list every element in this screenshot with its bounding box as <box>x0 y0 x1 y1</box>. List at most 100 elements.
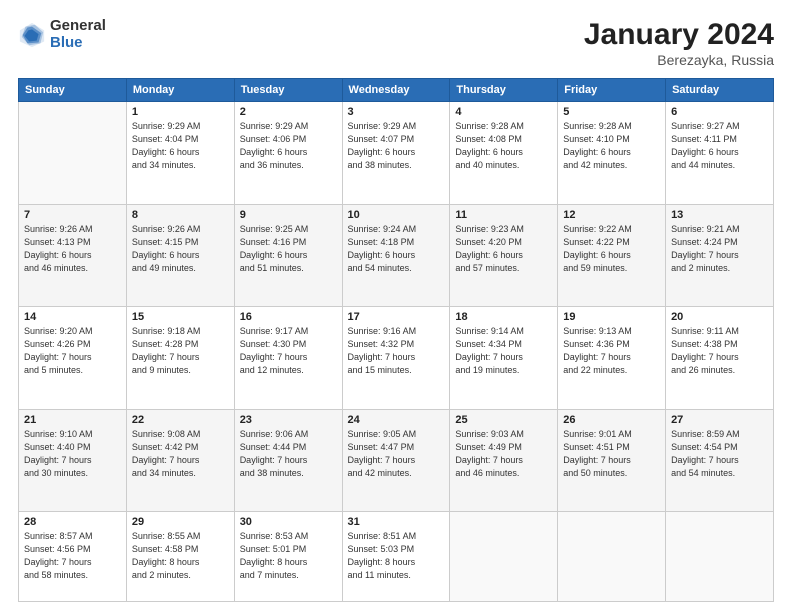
calendar-week-1: 7 Sunrise: 9:26 AMSunset: 4:13 PMDaylight… <box>19 204 774 307</box>
day-info: Sunrise: 9:23 AMSunset: 4:20 PMDaylight:… <box>455 223 552 275</box>
day-info: Sunrise: 9:26 AMSunset: 4:13 PMDaylight:… <box>24 223 121 275</box>
day-info: Sunrise: 9:06 AMSunset: 4:44 PMDaylight:… <box>240 428 337 480</box>
day-info: Sunrise: 9:17 AMSunset: 4:30 PMDaylight:… <box>240 325 337 377</box>
calendar-cell: 3 Sunrise: 9:29 AMSunset: 4:07 PMDaylight… <box>342 102 450 205</box>
calendar-cell: 8Sunrise: 9:26 AMSunset: 4:15 PMDaylight… <box>126 204 234 307</box>
day-number: 27 <box>671 414 768 426</box>
day-info: Sunrise: 8:51 AMSunset: 5:03 PMDaylight:… <box>348 530 445 582</box>
day-info: Sunrise: 9:11 AMSunset: 4:38 PMDaylight:… <box>671 325 768 377</box>
day-info: Sunrise: 9:22 AMSunset: 4:22 PMDaylight:… <box>563 223 660 275</box>
calendar-cell: 15 Sunrise: 9:18 AMSunset: 4:28 PMDayligh… <box>126 307 234 410</box>
calendar-cell: 29 Sunrise: 8:55 AMSunset: 4:58 PMDayligh… <box>126 512 234 602</box>
day-info: Sunrise: 9:28 AMSunset: 4:10 PMDaylight:… <box>563 120 660 172</box>
calendar-cell: 20 Sunrise: 9:11 AMSunset: 4:38 PMDayligh… <box>666 307 774 410</box>
calendar-cell: 9Sunrise: 9:25 AMSunset: 4:16 PMDaylight… <box>234 204 342 307</box>
calendar-cell: 16 Sunrise: 9:17 AMSunset: 4:30 PMDayligh… <box>234 307 342 410</box>
logo-text: General Blue <box>50 18 106 51</box>
calendar-cell: 6Sunrise: 9:27 AMSunset: 4:11 PMDaylight… <box>666 102 774 205</box>
day-number: 7 <box>24 209 121 221</box>
calendar-cell: 14 Sunrise: 9:20 AMSunset: 4:26 PMDayligh… <box>19 307 127 410</box>
calendar-cell: 21 Sunrise: 9:10 AMSunset: 4:40 PMDayligh… <box>19 409 127 512</box>
day-info: Sunrise: 9:14 AMSunset: 4:34 PMDaylight:… <box>455 325 552 377</box>
day-number: 13 <box>671 209 768 221</box>
day-info: Sunrise: 9:24 AMSunset: 4:18 PMDaylight:… <box>348 223 445 275</box>
day-info: Sunrise: 9:18 AMSunset: 4:28 PMDaylight:… <box>132 325 229 377</box>
calendar-cell: 10 Sunrise: 9:24 AMSunset: 4:18 PMDayligh… <box>342 204 450 307</box>
col-header-friday: Friday <box>558 79 666 102</box>
calendar-cell: 31 Sunrise: 8:51 AMSunset: 5:03 PMDayligh… <box>342 512 450 602</box>
logo-icon <box>18 21 46 49</box>
day-info: Sunrise: 9:16 AMSunset: 4:32 PMDaylight:… <box>348 325 445 377</box>
logo-blue-text: Blue <box>50 35 106 52</box>
calendar-cell: 17 Sunrise: 9:16 AMSunset: 4:32 PMDayligh… <box>342 307 450 410</box>
day-number: 15 <box>132 311 229 323</box>
calendar-cell: 4 Sunrise: 9:28 AMSunset: 4:08 PMDaylight… <box>450 102 558 205</box>
day-number: 29 <box>132 516 229 528</box>
day-number: 3 <box>348 106 445 118</box>
day-info: Sunrise: 9:20 AMSunset: 4:26 PMDaylight:… <box>24 325 121 377</box>
calendar-cell <box>558 512 666 602</box>
day-info: Sunrise: 9:21 AMSunset: 4:24 PMDaylight:… <box>671 223 768 275</box>
calendar-cell: 18 Sunrise: 9:14 AMSunset: 4:34 PMDayligh… <box>450 307 558 410</box>
day-number: 19 <box>563 311 660 323</box>
day-info: Sunrise: 9:10 AMSunset: 4:40 PMDaylight:… <box>24 428 121 480</box>
col-header-tuesday: Tuesday <box>234 79 342 102</box>
calendar-cell: 24Sunrise: 9:05 AMSunset: 4:47 PMDayligh… <box>342 409 450 512</box>
calendar-cell: 30 Sunrise: 8:53 AMSunset: 5:01 PMDayligh… <box>234 512 342 602</box>
page: General Blue January 2024 Berezayka, Rus… <box>0 0 792 612</box>
day-info: Sunrise: 9:29 AMSunset: 4:04 PMDaylight:… <box>132 120 229 172</box>
calendar-week-3: 21 Sunrise: 9:10 AMSunset: 4:40 PMDayligh… <box>19 409 774 512</box>
day-number: 2 <box>240 106 337 118</box>
day-number: 16 <box>240 311 337 323</box>
day-number: 23 <box>240 414 337 426</box>
day-info: Sunrise: 8:55 AMSunset: 4:58 PMDaylight:… <box>132 530 229 582</box>
day-number: 1 <box>132 106 229 118</box>
day-number: 4 <box>455 106 552 118</box>
day-info: Sunrise: 9:05 AMSunset: 4:47 PMDaylight:… <box>348 428 445 480</box>
calendar-cell: 25 Sunrise: 9:03 AMSunset: 4:49 PMDayligh… <box>450 409 558 512</box>
day-number: 20 <box>671 311 768 323</box>
calendar-cell: 22Sunrise: 9:08 AMSunset: 4:42 PMDayligh… <box>126 409 234 512</box>
calendar-cell <box>19 102 127 205</box>
day-number: 12 <box>563 209 660 221</box>
day-info: Sunrise: 9:29 AMSunset: 4:07 PMDaylight:… <box>348 120 445 172</box>
calendar-cell: 13 Sunrise: 9:21 AMSunset: 4:24 PMDayligh… <box>666 204 774 307</box>
title-month: January 2024 <box>584 18 774 52</box>
logo-general-text: General <box>50 18 106 35</box>
col-header-monday: Monday <box>126 79 234 102</box>
day-number: 11 <box>455 209 552 221</box>
calendar-table: SundayMondayTuesdayWednesdayThursdayFrid… <box>18 78 774 602</box>
day-info: Sunrise: 9:13 AMSunset: 4:36 PMDaylight:… <box>563 325 660 377</box>
calendar-cell <box>450 512 558 602</box>
col-header-wednesday: Wednesday <box>342 79 450 102</box>
day-info: Sunrise: 9:01 AMSunset: 4:51 PMDaylight:… <box>563 428 660 480</box>
calendar-cell: 27 Sunrise: 8:59 AMSunset: 4:54 PMDayligh… <box>666 409 774 512</box>
calendar-week-2: 14 Sunrise: 9:20 AMSunset: 4:26 PMDayligh… <box>19 307 774 410</box>
calendar-cell: 5 Sunrise: 9:28 AMSunset: 4:10 PMDaylight… <box>558 102 666 205</box>
day-number: 30 <box>240 516 337 528</box>
day-number: 6 <box>671 106 768 118</box>
calendar-cell: 7 Sunrise: 9:26 AMSunset: 4:13 PMDaylight… <box>19 204 127 307</box>
day-number: 14 <box>24 311 121 323</box>
day-info: Sunrise: 9:29 AMSunset: 4:06 PMDaylight:… <box>240 120 337 172</box>
day-number: 25 <box>455 414 552 426</box>
day-info: Sunrise: 8:57 AMSunset: 4:56 PMDaylight:… <box>24 530 121 582</box>
calendar-week-4: 28Sunrise: 8:57 AMSunset: 4:56 PMDayligh… <box>19 512 774 602</box>
calendar-header-row: SundayMondayTuesdayWednesdayThursdayFrid… <box>19 79 774 102</box>
day-info: Sunrise: 8:59 AMSunset: 4:54 PMDaylight:… <box>671 428 768 480</box>
col-header-sunday: Sunday <box>19 79 127 102</box>
day-info: Sunrise: 9:03 AMSunset: 4:49 PMDaylight:… <box>455 428 552 480</box>
day-info: Sunrise: 9:25 AMSunset: 4:16 PMDaylight:… <box>240 223 337 275</box>
day-number: 18 <box>455 311 552 323</box>
day-info: Sunrise: 8:53 AMSunset: 5:01 PMDaylight:… <box>240 530 337 582</box>
day-number: 17 <box>348 311 445 323</box>
day-info: Sunrise: 9:08 AMSunset: 4:42 PMDaylight:… <box>132 428 229 480</box>
calendar-cell: 23 Sunrise: 9:06 AMSunset: 4:44 PMDayligh… <box>234 409 342 512</box>
day-number: 10 <box>348 209 445 221</box>
logo: General Blue <box>18 18 106 51</box>
day-info: Sunrise: 9:28 AMSunset: 4:08 PMDaylight:… <box>455 120 552 172</box>
day-number: 5 <box>563 106 660 118</box>
day-number: 31 <box>348 516 445 528</box>
day-number: 21 <box>24 414 121 426</box>
col-header-saturday: Saturday <box>666 79 774 102</box>
